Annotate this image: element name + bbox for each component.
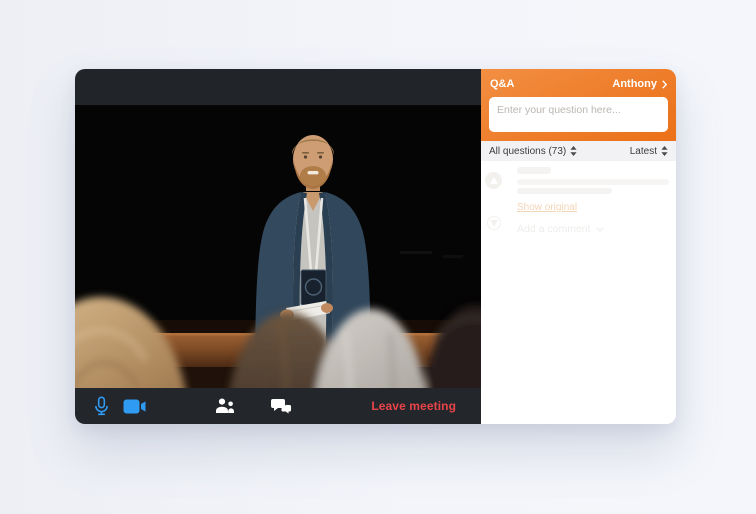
- wall-mark: [400, 251, 432, 254]
- sort-label: Latest: [630, 146, 657, 157]
- sort-arrows-icon: [661, 146, 668, 156]
- author-name-placeholder: [517, 167, 551, 174]
- user-name: Anthony: [612, 78, 657, 90]
- qa-header-row: Q&A Anthony: [490, 78, 667, 90]
- meeting-window: Leave meeting Q&A Anthony All questions …: [75, 69, 676, 424]
- toolbar-center-group: [135, 395, 371, 418]
- question-text-placeholder: [517, 188, 612, 194]
- participants-button[interactable]: [212, 395, 238, 418]
- qa-panel: Q&A Anthony All questions (73) Late: [481, 69, 676, 424]
- add-comment-toggle[interactable]: Add a comment: [517, 223, 604, 235]
- leave-meeting-button[interactable]: Leave meeting: [371, 399, 456, 413]
- video-feed: [75, 105, 481, 388]
- question-input[interactable]: [489, 97, 668, 132]
- questions-filter-dropdown[interactable]: All questions (73): [489, 146, 577, 157]
- sort-dropdown[interactable]: Latest: [630, 146, 668, 157]
- chat-button[interactable]: [268, 395, 295, 418]
- question-text-placeholder: [517, 179, 669, 185]
- chevron-right-icon: [662, 80, 667, 89]
- video-header-bar: [75, 69, 481, 105]
- microphone-button[interactable]: [91, 393, 112, 419]
- participants-icon: [215, 398, 235, 414]
- questions-filter-label: All questions (73): [489, 146, 566, 157]
- downvote-button[interactable]: [487, 216, 501, 230]
- sort-arrows-icon: [570, 146, 577, 156]
- user-menu-button[interactable]: Anthony: [612, 78, 667, 90]
- qa-panel-title: Q&A: [490, 78, 514, 90]
- video-area: Leave meeting: [75, 69, 481, 424]
- meeting-toolbar: Leave meeting: [75, 388, 481, 424]
- show-original-link[interactable]: Show original: [517, 202, 577, 213]
- add-comment-label: Add a comment: [517, 223, 591, 235]
- question-list: Show original Add a comment: [481, 161, 676, 424]
- chat-icon: [271, 398, 292, 415]
- qa-header: Q&A Anthony: [481, 69, 676, 141]
- vote-column: [485, 161, 502, 235]
- downvote-arrow-icon: [490, 220, 498, 227]
- presenter-video-frame: [75, 105, 481, 388]
- upvote-arrow-icon: [490, 177, 498, 184]
- question-content: Show original Add a comment: [517, 161, 672, 235]
- microphone-icon: [94, 396, 109, 416]
- wall-mark: [443, 255, 463, 258]
- question-item-ghost: Show original Add a comment: [481, 161, 676, 235]
- chevron-down-icon: [596, 227, 604, 232]
- upvote-button[interactable]: [485, 172, 502, 189]
- qa-filter-bar: All questions (73) Latest: [481, 141, 676, 161]
